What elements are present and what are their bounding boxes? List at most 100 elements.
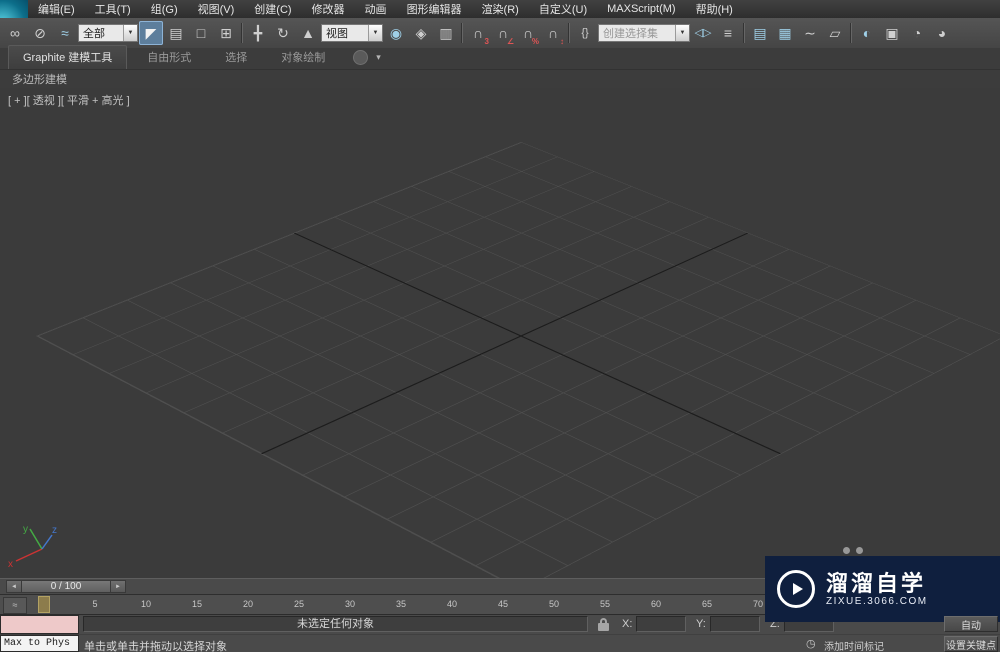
menu-group[interactable]: 组(G) xyxy=(141,0,188,19)
ribbon-options-icon[interactable] xyxy=(353,50,368,65)
current-frame-marker[interactable] xyxy=(38,596,50,613)
time-slider-frame-label[interactable]: 0 / 100 xyxy=(22,580,110,593)
select-and-scale-button[interactable]: ▲ xyxy=(296,21,320,45)
y-coordinate-field[interactable] xyxy=(710,616,760,632)
trackbar-tick: 10 xyxy=(141,599,151,609)
trackbar-tick: 65 xyxy=(702,599,712,609)
status-line: 未选定任何对象 xyxy=(83,616,588,632)
selection-filter-dropdown[interactable]: 全部 ▼ xyxy=(78,24,138,42)
z-axis-line xyxy=(42,535,52,549)
manage-layers-button[interactable]: ▤ xyxy=(748,21,772,45)
tab-selection[interactable]: 选择 xyxy=(211,46,261,69)
watermark-text: 溜溜自学 ZIXUE.3066.COM xyxy=(826,571,928,607)
align-icon: ≡ xyxy=(724,26,732,40)
menu-tools[interactable]: 工具(T) xyxy=(85,0,141,19)
toolbar-separator xyxy=(848,21,854,45)
menu-views[interactable]: 视图(V) xyxy=(188,0,245,19)
keyboard-shortcut-override-button[interactable]: ▥ xyxy=(434,21,458,45)
snaps-toggle-icon: ∩ xyxy=(473,26,483,40)
mirror-icon: ◁▷ xyxy=(695,28,712,39)
ribbon-subtab-polygon-modeling[interactable]: 多边形建模 xyxy=(12,71,67,87)
chevron-down-icon: ▼ xyxy=(123,25,137,41)
edit-named-selection-sets-icon: {} xyxy=(581,28,588,39)
menu-edit[interactable]: 编辑(E) xyxy=(28,0,85,19)
bind-to-space-warp-button[interactable]: ≈ xyxy=(53,21,77,45)
maxscript-mini-listener-pink[interactable] xyxy=(0,615,79,634)
menu-customize[interactable]: 自定义(U) xyxy=(529,0,597,19)
menu-graph-editors[interactable]: 图形编辑器 xyxy=(397,0,472,19)
trackbar-tick: 20 xyxy=(243,599,253,609)
menu-items: 编辑(E) 工具(T) 组(G) 视图(V) 创建(C) 修改器 动画 图形编辑器 渲染(R) 自… xyxy=(28,0,743,18)
application-window: 编辑(E) 工具(T) 组(G) 视图(V) 创建(C) 修改器 动画 图形编辑器 渲染(R) 自… xyxy=(0,0,1000,652)
next-frame-icon[interactable]: ► xyxy=(110,580,126,593)
select-and-move-button[interactable]: ╋ xyxy=(246,21,270,45)
menu-modifiers[interactable]: 修改器 xyxy=(302,0,355,19)
trackbar-tick: 55 xyxy=(600,599,610,609)
reference-coordinate-system-dropdown[interactable]: 视图 ▼ xyxy=(321,24,383,42)
ribbon-subtab-bar: 多边形建模 xyxy=(0,70,1000,89)
x-coordinate-field[interactable] xyxy=(636,616,686,632)
percent-snap-button[interactable]: ∩% xyxy=(516,21,540,45)
select-and-rotate-button[interactable]: ↻ xyxy=(271,21,295,45)
time-tag-icon[interactable]: ◷ xyxy=(806,637,816,650)
toolbar-separator xyxy=(239,21,245,45)
render-setup-button[interactable]: ▣ xyxy=(880,21,904,45)
selection-lock-icon[interactable] xyxy=(598,623,609,631)
use-pivot-point-center-icon: ◉ xyxy=(390,26,402,40)
trackbar-tick: 25 xyxy=(294,599,304,609)
schematic-view-button[interactable]: ▱ xyxy=(823,21,847,45)
select-by-name-button[interactable]: ▤ xyxy=(164,21,188,45)
unlink-selection-button[interactable]: ⊘ xyxy=(28,21,52,45)
menu-create[interactable]: 创建(C) xyxy=(244,0,301,19)
previous-frame-icon[interactable]: ◄ xyxy=(6,580,22,593)
menu-rendering[interactable]: 渲染(R) xyxy=(472,0,529,19)
rectangular-selection-region-icon: □ xyxy=(197,26,205,40)
graphite-ribbon-toggle-button[interactable]: ▦ xyxy=(773,21,797,45)
rendered-frame-window-button[interactable]: ◔ xyxy=(905,21,929,45)
trackbar-tick: 45 xyxy=(498,599,508,609)
menu-animation[interactable]: 动画 xyxy=(355,0,397,19)
time-slider-handle[interactable]: ◄ 0 / 100 ► xyxy=(6,580,126,593)
align-button[interactable]: ≡ xyxy=(716,21,740,45)
menu-help[interactable]: 帮助(H) xyxy=(686,0,743,19)
mirror-button[interactable]: ◁▷ xyxy=(691,21,715,45)
perspective-viewport[interactable]: [ + ][ 透视 ][ 平滑 + 高光 ] x y z xyxy=(0,88,1000,578)
window-crossing-toggle-button[interactable]: ⊞ xyxy=(214,21,238,45)
status-bar-row-2: Max to Phys 单击或单击并拖动以选择对象 ◷ 添加时间标记 设置关键点 xyxy=(0,634,1000,652)
auto-key-button[interactable]: 自动 xyxy=(944,616,998,632)
trackbar-tick: 15 xyxy=(192,599,202,609)
snaps-toggle-badge: 3 xyxy=(485,38,489,46)
named-selection-sets-dropdown[interactable]: 创建选择集 ▼ xyxy=(598,24,690,42)
viewport-label[interactable]: [ + ][ 透视 ][ 平滑 + 高光 ] xyxy=(8,92,130,108)
select-object-button[interactable]: ◤ xyxy=(139,21,163,45)
tab-graphite-modeling-tools[interactable]: Graphite 建模工具 xyxy=(8,45,127,69)
render-production-button[interactable]: ◕ xyxy=(930,21,954,45)
ribbon-tab-strip: Graphite 建模工具 自由形式 选择 对象绘制 xyxy=(8,45,339,69)
curve-editor-icon: ∼ xyxy=(804,26,816,40)
schematic-view-icon: ▱ xyxy=(830,26,841,40)
select-and-manipulate-button[interactable]: ◈ xyxy=(409,21,433,45)
snaps-toggle-button[interactable]: ∩ 3 xyxy=(466,21,490,45)
select-and-link-button[interactable]: ∞ xyxy=(3,21,27,45)
spinner-snap-button[interactable]: ∩ ↕ xyxy=(541,21,565,45)
play-icon xyxy=(793,583,803,595)
select-and-link-icon: ∞ xyxy=(10,26,20,40)
curve-editor-button[interactable]: ∼ xyxy=(798,21,822,45)
ribbon-dropdown-caret[interactable]: ▾ xyxy=(376,53,381,62)
menu-maxscript[interactable]: MAXScript(M) xyxy=(597,1,685,17)
maxscript-mini-listener[interactable]: Max to Phys xyxy=(0,635,79,652)
set-key-button[interactable]: 设置关键点 xyxy=(944,636,998,652)
rectangular-selection-region-button[interactable]: □ xyxy=(189,21,213,45)
edit-named-selection-sets-button[interactable]: {} xyxy=(573,21,597,45)
use-pivot-point-center-button[interactable]: ◉ xyxy=(384,21,408,45)
material-editor-button[interactable]: ◐ xyxy=(855,21,879,45)
trackbar-tick: 30 xyxy=(345,599,355,609)
unlink-selection-icon: ⊘ xyxy=(34,26,46,40)
tab-freeform[interactable]: 自由形式 xyxy=(133,46,205,69)
tab-object-paint[interactable]: 对象绘制 xyxy=(267,46,339,69)
spinner-snap-icon: ∩ xyxy=(548,26,558,40)
angle-snap-button[interactable]: ∩ ∠ xyxy=(491,21,515,45)
application-button[interactable] xyxy=(0,0,28,18)
trackbar-tick: 50 xyxy=(549,599,559,609)
add-time-tag-button[interactable]: 添加时间标记 xyxy=(824,638,884,652)
